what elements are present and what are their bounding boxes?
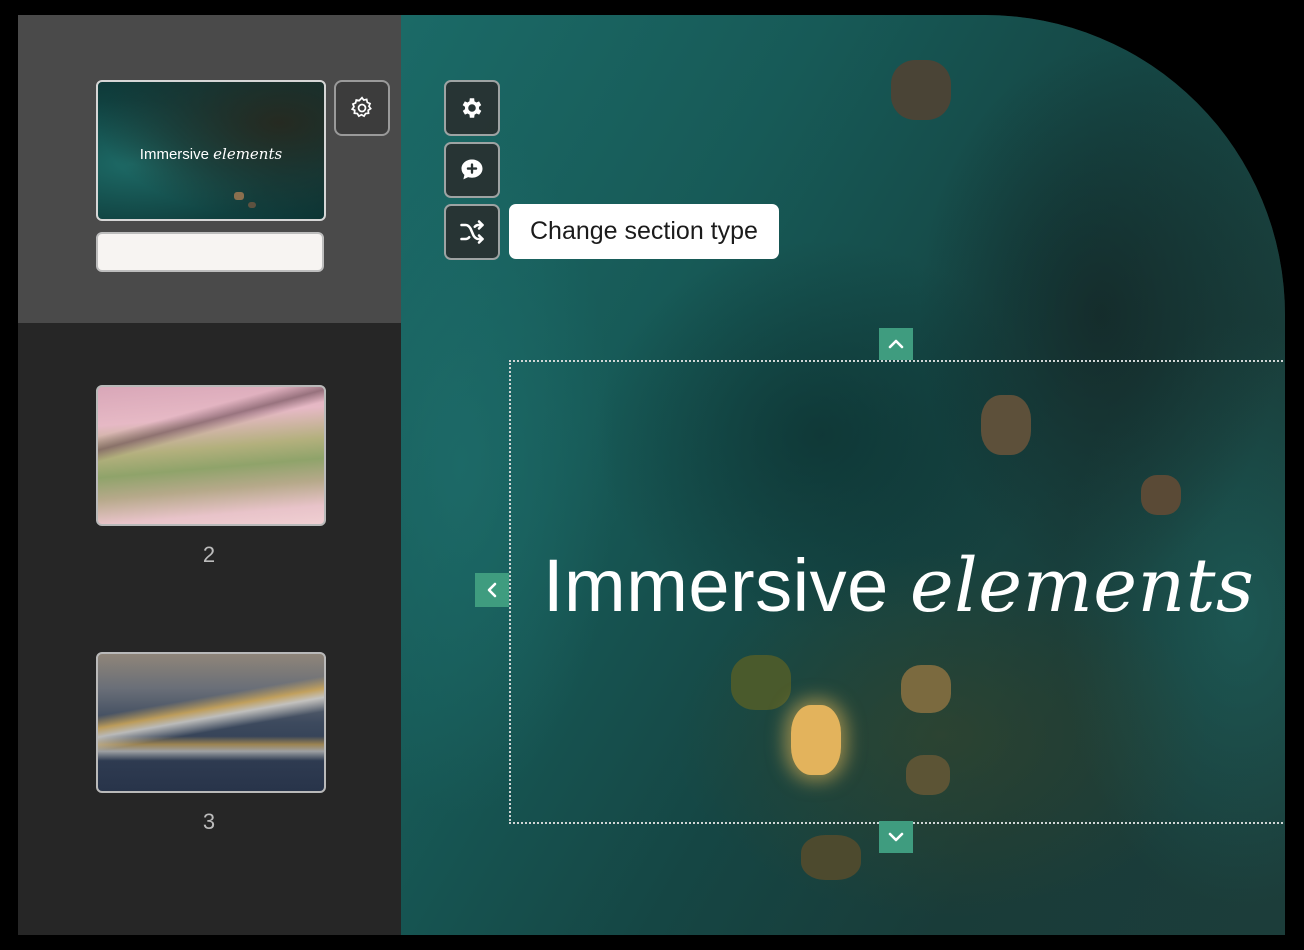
slide-name-input[interactable] <box>96 232 324 272</box>
chevron-up-icon <box>888 339 904 349</box>
slide-thumbnail-2[interactable] <box>96 385 326 526</box>
headline-regular: Immersive <box>543 544 910 627</box>
thumb-title-italic: elements <box>213 145 283 163</box>
section-settings-button[interactable] <box>444 80 500 136</box>
gear-icon <box>462 98 482 118</box>
chevron-down-icon <box>888 832 904 842</box>
change-section-type-button[interactable] <box>444 204 500 260</box>
headline-italic: elements <box>909 543 1255 629</box>
comment-add-icon <box>461 159 483 180</box>
thumb-title-regular: Immersive <box>139 146 214 163</box>
move-down-handle[interactable] <box>879 821 913 853</box>
thumb-rock <box>234 192 244 200</box>
slide-number: 2 <box>202 542 216 567</box>
thumb-rock <box>248 202 256 208</box>
move-left-handle[interactable] <box>475 573 509 607</box>
slide-canvas[interactable]: Change section type Immersive elements <box>401 15 1285 935</box>
shuffle-icon <box>460 220 484 244</box>
app-frame: Immersive elements 2 3 Change section ty… <box>18 15 1285 935</box>
gear-outline-icon <box>350 96 372 118</box>
slide-headline[interactable]: Immersive elements <box>543 543 1254 629</box>
move-up-handle[interactable] <box>879 328 913 360</box>
slide-thumbnail-3[interactable] <box>96 652 326 793</box>
slide-number: 3 <box>202 809 216 834</box>
chevron-left-icon <box>487 582 497 598</box>
add-comment-button[interactable] <box>444 142 500 198</box>
rock <box>891 60 951 120</box>
slide-settings-button[interactable] <box>334 80 390 136</box>
slide-thumbnail-1[interactable]: Immersive elements <box>96 80 326 221</box>
change-section-type-tooltip: Change section type <box>509 204 779 259</box>
slide-thumbnail-title: Immersive elements <box>98 145 324 163</box>
rock <box>801 835 861 880</box>
slide-sidebar: Immersive elements 2 3 <box>18 15 401 935</box>
